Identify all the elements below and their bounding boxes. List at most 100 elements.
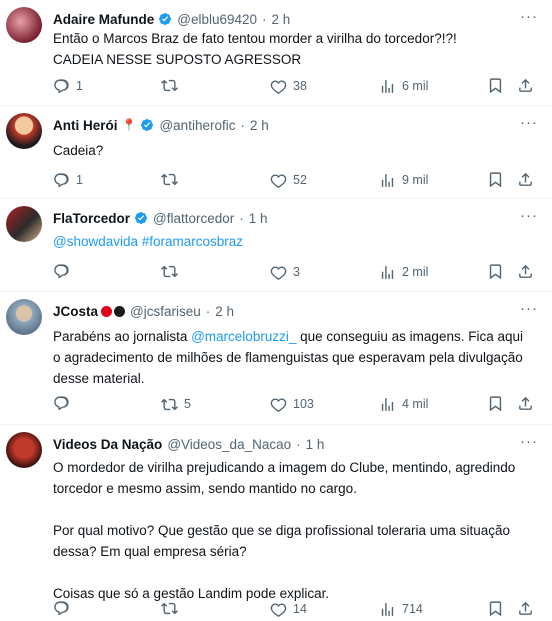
reply-icon	[53, 78, 70, 95]
author-handle[interactable]: @antiherofic	[159, 118, 235, 133]
bookmark-button[interactable]	[487, 171, 510, 188]
tweet-actions: 3 2 mil	[53, 263, 533, 281]
retweet-button[interactable]	[161, 77, 184, 94]
black-circle-emoji	[114, 305, 126, 317]
bookmark-icon	[487, 600, 504, 617]
tweet-actions: 1 52 9 mil	[53, 171, 533, 189]
views-button[interactable]: 4 mil	[379, 395, 428, 413]
author-name[interactable]: FlaTorcedor	[53, 211, 130, 226]
share-button[interactable]	[517, 77, 540, 94]
tweet-actions: 14 714	[53, 600, 533, 618]
reply-button[interactable]: 1	[53, 77, 83, 95]
timestamp[interactable]: 2 h	[215, 304, 234, 319]
views-count: 6 mil	[402, 79, 429, 93]
retweet-button[interactable]	[161, 263, 184, 280]
timestamp[interactable]: 1 h	[249, 211, 268, 226]
avatar[interactable]	[6, 206, 42, 242]
verified-badge-icon	[158, 12, 172, 26]
views-count: 9 mil	[402, 173, 429, 187]
author-handle[interactable]: @jcsfariseu	[130, 304, 201, 319]
like-button[interactable]: 38	[270, 77, 307, 95]
bookmark-icon	[487, 171, 504, 188]
like-button[interactable]: 103	[270, 395, 314, 413]
share-icon	[517, 77, 534, 94]
author-name[interactable]: Videos Da Nação	[53, 437, 162, 452]
tweet[interactable]: JCosta @jcsfariseu · 2 h ··· Parabéns ao…	[0, 292, 552, 425]
retweet-icon	[161, 600, 178, 617]
timestamp[interactable]: 1 h	[306, 437, 325, 452]
pin-emoji: 📍	[121, 118, 137, 132]
timestamp[interactable]: 2 h	[272, 12, 291, 27]
retweet-button[interactable]: 5	[161, 395, 191, 413]
tweet[interactable]: Adaire Mafunde @elblu69420 · 2 h ··· Ent…	[0, 0, 552, 106]
avatar[interactable]	[6, 299, 42, 335]
like-button[interactable]: 52	[270, 171, 307, 189]
bookmark-button[interactable]	[487, 395, 510, 412]
author-handle[interactable]: @elblu69420	[177, 12, 257, 27]
reply-button[interactable]: 1	[53, 171, 83, 189]
tweet[interactable]: FlaTorcedor @flattorcedor · 1 h ··· @sho…	[0, 199, 552, 292]
reply-button[interactable]	[53, 600, 76, 617]
retweet-icon	[161, 77, 178, 94]
retweet-icon	[161, 171, 178, 188]
verified-badge-icon	[134, 211, 148, 225]
retweet-button[interactable]	[161, 600, 184, 617]
tweet-text: Cadeia?	[53, 143, 104, 158]
tweet-header: Anti Herói 📍 @antiherofic · 2 h	[53, 116, 269, 134]
tweet-header: Videos Da Nação @Videos_da_Nacao · 1 h	[53, 435, 324, 453]
views-icon	[379, 264, 396, 281]
share-button[interactable]	[517, 263, 540, 280]
avatar[interactable]	[6, 113, 42, 149]
like-button[interactable]: 3	[270, 263, 300, 281]
views-button[interactable]: 714	[379, 600, 423, 618]
red-circle-emoji	[101, 305, 113, 317]
more-icon[interactable]: ···	[520, 8, 538, 25]
separator: ·	[262, 11, 267, 27]
views-icon	[379, 78, 396, 95]
bookmark-button[interactable]	[487, 263, 510, 280]
share-icon	[517, 395, 534, 412]
author-handle[interactable]: @Videos_da_Nacao	[167, 437, 291, 452]
views-button[interactable]: 6 mil	[379, 77, 428, 95]
author-name[interactable]: Anti Herói	[53, 118, 118, 133]
reply-button[interactable]	[53, 395, 76, 412]
bookmark-button[interactable]	[487, 77, 510, 94]
more-icon[interactable]: ···	[520, 433, 538, 450]
share-icon	[517, 600, 534, 617]
separator: ·	[240, 117, 245, 133]
separator: ·	[205, 303, 211, 319]
like-count: 14	[293, 602, 307, 616]
views-button[interactable]: 2 mil	[379, 263, 428, 281]
like-icon	[270, 172, 287, 189]
mention-link[interactable]: @marcelobruzzi_	[191, 329, 296, 344]
tweet[interactable]: Videos Da Nação @Videos_da_Nacao · 1 h ·…	[0, 425, 552, 621]
tweet-header: Adaire Mafunde @elblu69420 · 2 h	[53, 10, 290, 28]
views-count: 714	[402, 602, 423, 616]
author-name[interactable]: JCosta	[53, 304, 98, 319]
timestamp[interactable]: 2 h	[250, 118, 269, 133]
retweet-button[interactable]	[161, 171, 184, 188]
like-count: 52	[293, 173, 307, 187]
views-button[interactable]: 9 mil	[379, 171, 428, 189]
reply-button[interactable]	[53, 263, 76, 280]
more-icon[interactable]: ···	[520, 300, 538, 317]
more-icon[interactable]: ···	[520, 207, 538, 224]
author-handle[interactable]: @flattorcedor	[153, 211, 234, 226]
like-count: 38	[293, 79, 307, 93]
tweet-text-link[interactable]: @showdavida #foramarcosbraz	[53, 231, 533, 252]
like-button[interactable]: 14	[270, 600, 307, 618]
bookmark-button[interactable]	[487, 600, 510, 617]
share-button[interactable]	[517, 600, 540, 617]
avatar[interactable]	[6, 7, 42, 43]
share-button[interactable]	[517, 171, 540, 188]
avatar[interactable]	[6, 432, 42, 468]
tweet[interactable]: Anti Herói 📍 @antiherofic · 2 h ··· Cade…	[0, 106, 552, 199]
author-name[interactable]: Adaire Mafunde	[53, 12, 154, 27]
share-button[interactable]	[517, 395, 540, 412]
tweet-text-part: Parabéns ao jornalista	[53, 329, 192, 344]
views-count: 4 mil	[402, 397, 429, 411]
reply-icon	[53, 600, 70, 617]
more-icon[interactable]: ···	[520, 114, 538, 131]
reply-icon	[53, 395, 70, 412]
views-icon	[379, 396, 396, 413]
